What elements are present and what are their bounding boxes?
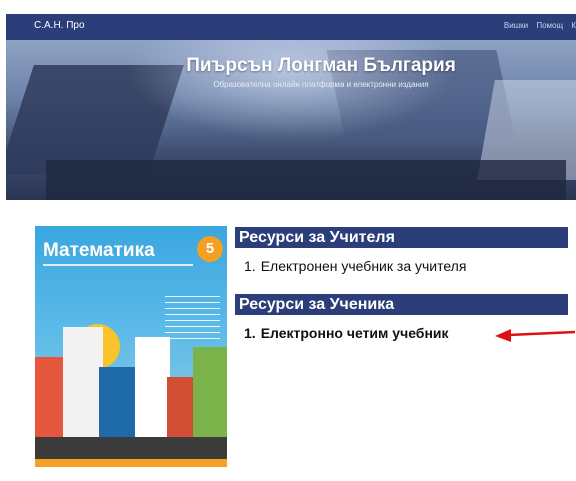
teacher-resources-heading: Ресурси за Учителя	[235, 227, 568, 248]
hero-decoration	[46, 160, 566, 200]
student-resource-item[interactable]: 1. Електронно четим учебник	[244, 325, 449, 341]
cover-title: Математика	[43, 240, 155, 261]
item-number: 1.	[244, 258, 256, 274]
cover-authors-lines	[165, 296, 220, 341]
top-nav-links: Вишки Помощ К	[498, 21, 576, 30]
cover-bottom-stripe	[35, 459, 227, 467]
red-arrow-annotation	[495, 329, 575, 342]
student-resources-heading: Ресурси за Ученика	[235, 294, 568, 315]
nav-link-help[interactable]: Помощ	[536, 21, 563, 30]
cover-grade-badge: 5	[197, 236, 223, 262]
arrow-head	[495, 329, 511, 342]
hero-banner: Пиърсън Лонгман България Образователна о…	[6, 40, 576, 200]
nav-link-login[interactable]: Вишки	[504, 21, 528, 30]
book-cover-image[interactable]: Математика 5	[35, 226, 227, 467]
hero-subtitle: Образователна онлайн платформа и електро…	[213, 80, 429, 89]
item-number: 1.	[244, 325, 256, 341]
arrow-shaft	[508, 330, 575, 337]
top-navbar: С.А.Н. Про Вишки Помощ К	[6, 14, 576, 40]
brand-link[interactable]: С.А.Н. Про	[34, 20, 85, 31]
hero-title: Пиърсън Лонгман България	[186, 55, 456, 76]
item-label: Електронен учебник за учителя	[260, 258, 467, 274]
nav-link-more[interactable]: К	[571, 21, 576, 30]
item-label: Електронно четим учебник	[260, 325, 449, 341]
cover-underline	[43, 264, 193, 266]
teacher-resource-item[interactable]: 1. Електронен учебник за учителя	[244, 258, 466, 274]
